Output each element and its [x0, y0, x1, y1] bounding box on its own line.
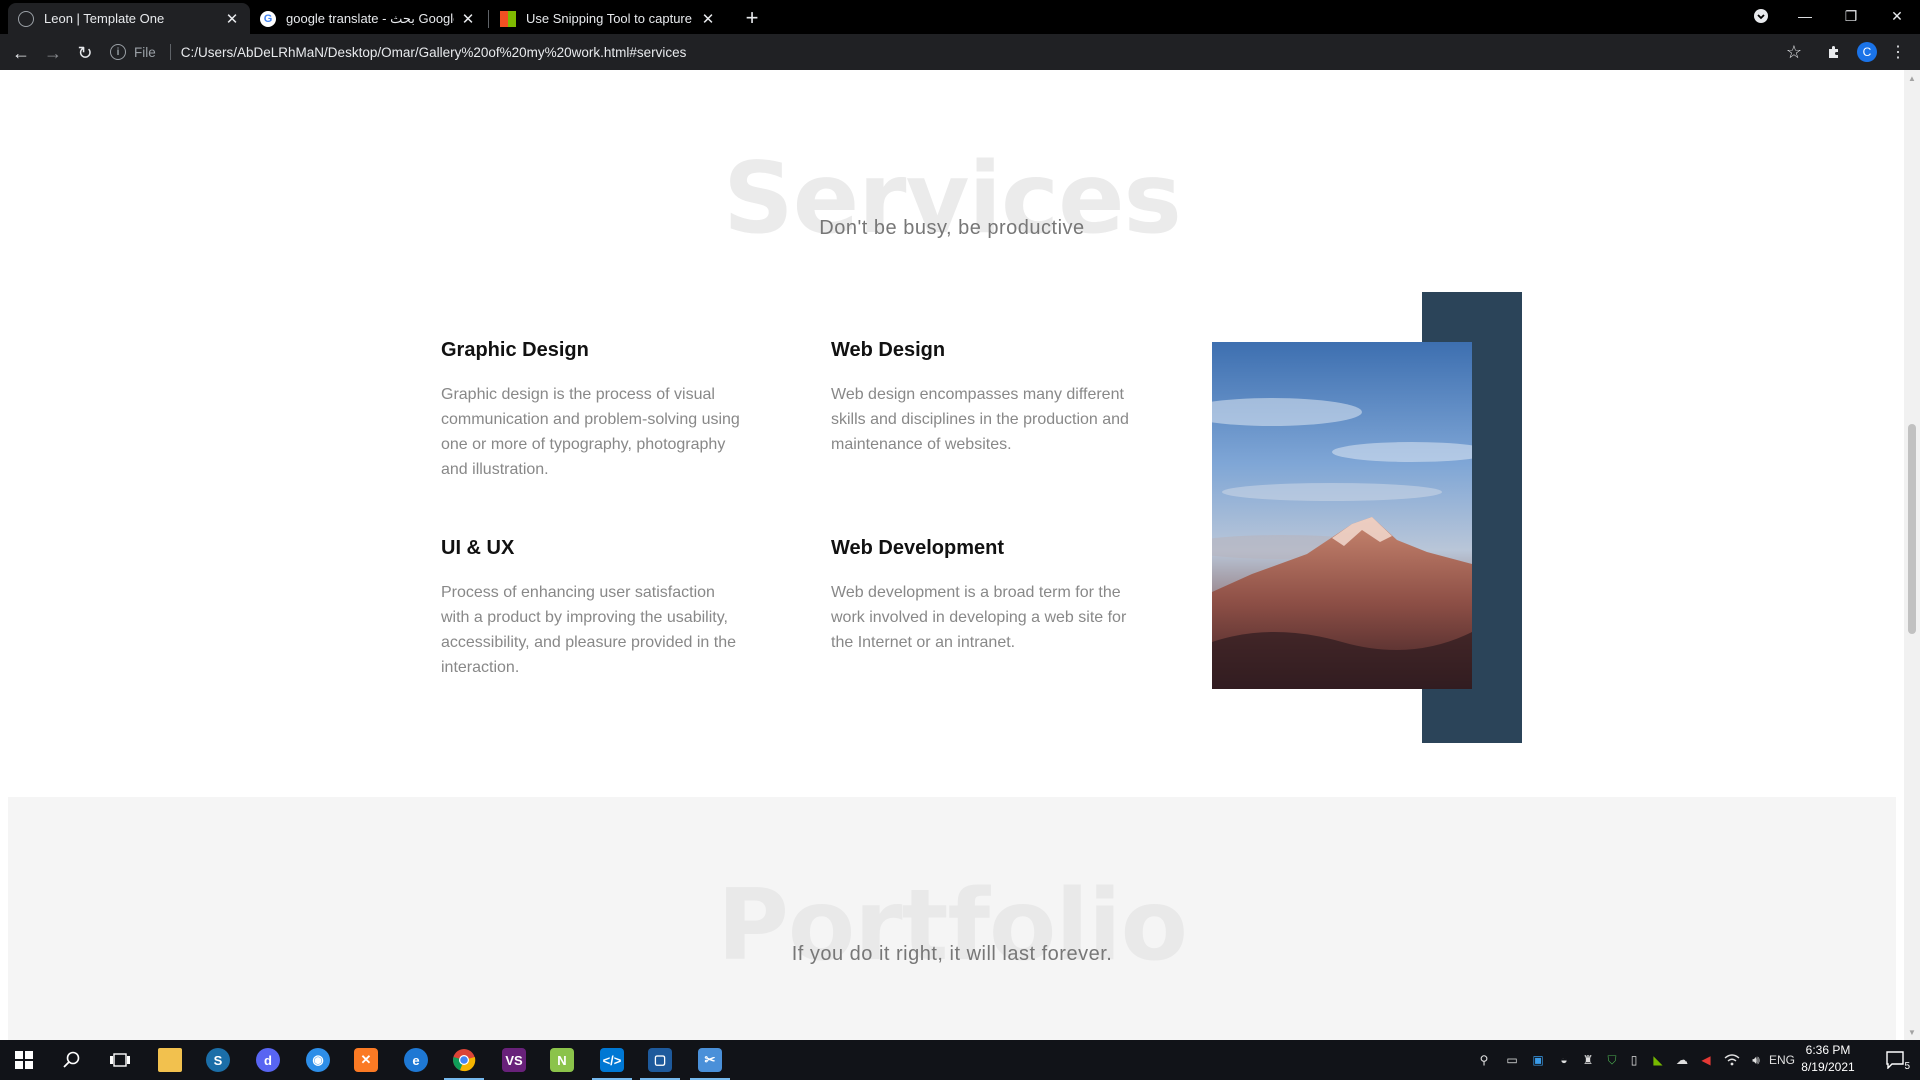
profile-avatar[interactable]: C — [1855, 40, 1879, 64]
minimize-button[interactable]: — — [1782, 0, 1828, 32]
service-text: Graphic design is the process of visual … — [441, 386, 740, 478]
globe-icon — [18, 10, 34, 27]
new-tab-button[interactable]: + — [738, 4, 766, 32]
tray-usb-icon[interactable]: ♜ — [1576, 1040, 1600, 1080]
mountain-image — [1212, 342, 1472, 689]
app-blue-square-icon[interactable]: ▢ — [636, 1040, 684, 1080]
tab-google-translate[interactable]: G google translate - بحث Google ✕ — [250, 3, 486, 34]
tab-search-icon[interactable] — [1738, 0, 1784, 32]
service-ui-ux: UI & UX Process of enhancing user satisf… — [441, 537, 741, 680]
notepad-plus-icon[interactable]: N — [538, 1040, 586, 1080]
page-scrollbar[interactable]: ▲ ▼ — [1904, 70, 1920, 1040]
discord-icon[interactable]: d — [244, 1040, 292, 1080]
scheme-label: File — [134, 44, 156, 60]
app-blue-globe-icon[interactable]: ◉ — [294, 1040, 342, 1080]
services-subtitle: Don't be busy, be productive — [819, 217, 1085, 239]
address-separator — [169, 44, 171, 60]
more-menu-icon[interactable]: ⋮ — [1886, 40, 1910, 64]
service-web-design: Web Design Web design encompasses many d… — [831, 339, 1131, 457]
info-icon[interactable]: i — [110, 44, 126, 60]
service-title: Web Development — [831, 537, 1004, 559]
file-explorer-icon[interactable] — [146, 1040, 194, 1080]
scroll-down-arrow[interactable]: ▼ — [1908, 1028, 1916, 1037]
vscode-icon[interactable]: </> — [588, 1040, 636, 1080]
tab-snipping-tool[interactable]: Use Snipping Tool to capture scr ✕ — [490, 3, 726, 34]
visual-studio-icon[interactable]: VS — [490, 1040, 538, 1080]
back-icon[interactable]: ← — [8, 40, 34, 66]
url-text[interactable]: C:/Users/AbDeLRhMaN/Desktop/Omar/Gallery… — [181, 45, 687, 60]
chrome-icon[interactable] — [440, 1040, 488, 1080]
page-viewport: Services Don't be busy, be productive Gr… — [0, 70, 1904, 1040]
forward-icon[interactable]: → — [40, 40, 66, 66]
scroll-up-arrow[interactable]: ▲ — [1908, 74, 1916, 83]
steam-icon[interactable]: S — [194, 1040, 242, 1080]
tab-leon-template[interactable]: Leon | Template One ✕ — [8, 3, 250, 34]
close-window-button[interactable]: ✕ — [1874, 0, 1920, 32]
bookmark-star-icon[interactable]: ☆ — [1782, 40, 1806, 64]
task-view-icon[interactable] — [96, 1040, 144, 1080]
close-tab-icon[interactable]: ✕ — [460, 10, 476, 28]
clock[interactable]: 6:36 PM 8/19/2021 — [1790, 1042, 1866, 1076]
search-icon[interactable] — [48, 1040, 96, 1080]
notification-count-badge: 5 — [1904, 1061, 1910, 1072]
restore-button[interactable]: ❐ — [1828, 0, 1874, 32]
tab-title: Leon | Template One — [44, 11, 165, 26]
edge-icon[interactable]: e — [392, 1040, 440, 1080]
avatar: C — [1857, 42, 1877, 62]
reload-icon[interactable]: ↻ — [72, 40, 98, 66]
volume-icon[interactable]: 🔊︎ — [1744, 1040, 1768, 1080]
scrollbar-thumb[interactable] — [1908, 424, 1916, 634]
service-title: UI & UX — [441, 537, 515, 559]
microsoft-icon — [500, 10, 516, 27]
address-bar[interactable]: i File C:/Users/AbDeLRhMaN/Desktop/Omar/… — [110, 38, 1800, 66]
tray-security-icon[interactable]: ⛉ — [1600, 1040, 1624, 1080]
tray-nvidia-icon[interactable]: ◣ — [1646, 1040, 1670, 1080]
service-text: Process of enhancing user satisfaction w… — [441, 584, 736, 676]
browser-toolbar: ← → ↻ i File C:/Users/AbDeLRhMaN/Desktop… — [0, 34, 1920, 70]
extensions-icon[interactable] — [1822, 40, 1846, 64]
clock-date: 8/19/2021 — [1801, 1060, 1855, 1074]
tab-title: Use Snipping Tool to capture scr — [526, 11, 694, 26]
tray-chat-icon[interactable]: ▭ — [1500, 1040, 1524, 1080]
tray-red-icon[interactable]: ◀ — [1694, 1040, 1718, 1080]
tab-title: google translate - بحث Google — [286, 10, 454, 26]
people-icon[interactable]: ⚲ — [1470, 1040, 1498, 1080]
browser-tab-bar: Leon | Template One ✕ G google translate… — [0, 0, 1920, 34]
xampp-icon[interactable]: ✕ — [342, 1040, 390, 1080]
service-web-development: Web Development Web development is a bro… — [831, 537, 1131, 655]
tray-battery-icon[interactable]: ▯ — [1622, 1040, 1646, 1080]
windows-taskbar: S d ◉ ✕ e VS N </> ▢ ✂ ⚲ ▭ ▣ ◒ ♜ ⛉ ▯ ◣ ☁… — [0, 1040, 1920, 1080]
service-text: Web development is a broad term for the … — [831, 584, 1127, 651]
close-tab-icon[interactable]: ✕ — [224, 10, 240, 28]
tab-separator — [488, 10, 489, 28]
wifi-icon[interactable] — [1720, 1040, 1744, 1080]
service-graphic-design: Graphic Design Graphic design is the pro… — [441, 339, 741, 482]
tray-cloud-icon[interactable]: ☁ — [1670, 1040, 1694, 1080]
clock-time: 6:36 PM — [1805, 1043, 1851, 1057]
tray-discord-icon[interactable]: ◒ — [1552, 1040, 1576, 1080]
service-text: Web design encompasses many different sk… — [831, 386, 1129, 453]
portfolio-subtitle: If you do it right, it will last forever… — [791, 943, 1113, 965]
service-title: Graphic Design — [441, 339, 589, 361]
snipping-tool-icon[interactable]: ✂ — [686, 1040, 734, 1080]
notification-center-icon[interactable]: 5 — [1876, 1040, 1916, 1080]
start-button[interactable] — [0, 1040, 48, 1080]
service-title: Web Design — [831, 339, 946, 361]
tray-app-icon[interactable]: ▣ — [1526, 1040, 1550, 1080]
google-icon: G — [260, 10, 276, 27]
close-tab-icon[interactable]: ✕ — [700, 10, 716, 28]
